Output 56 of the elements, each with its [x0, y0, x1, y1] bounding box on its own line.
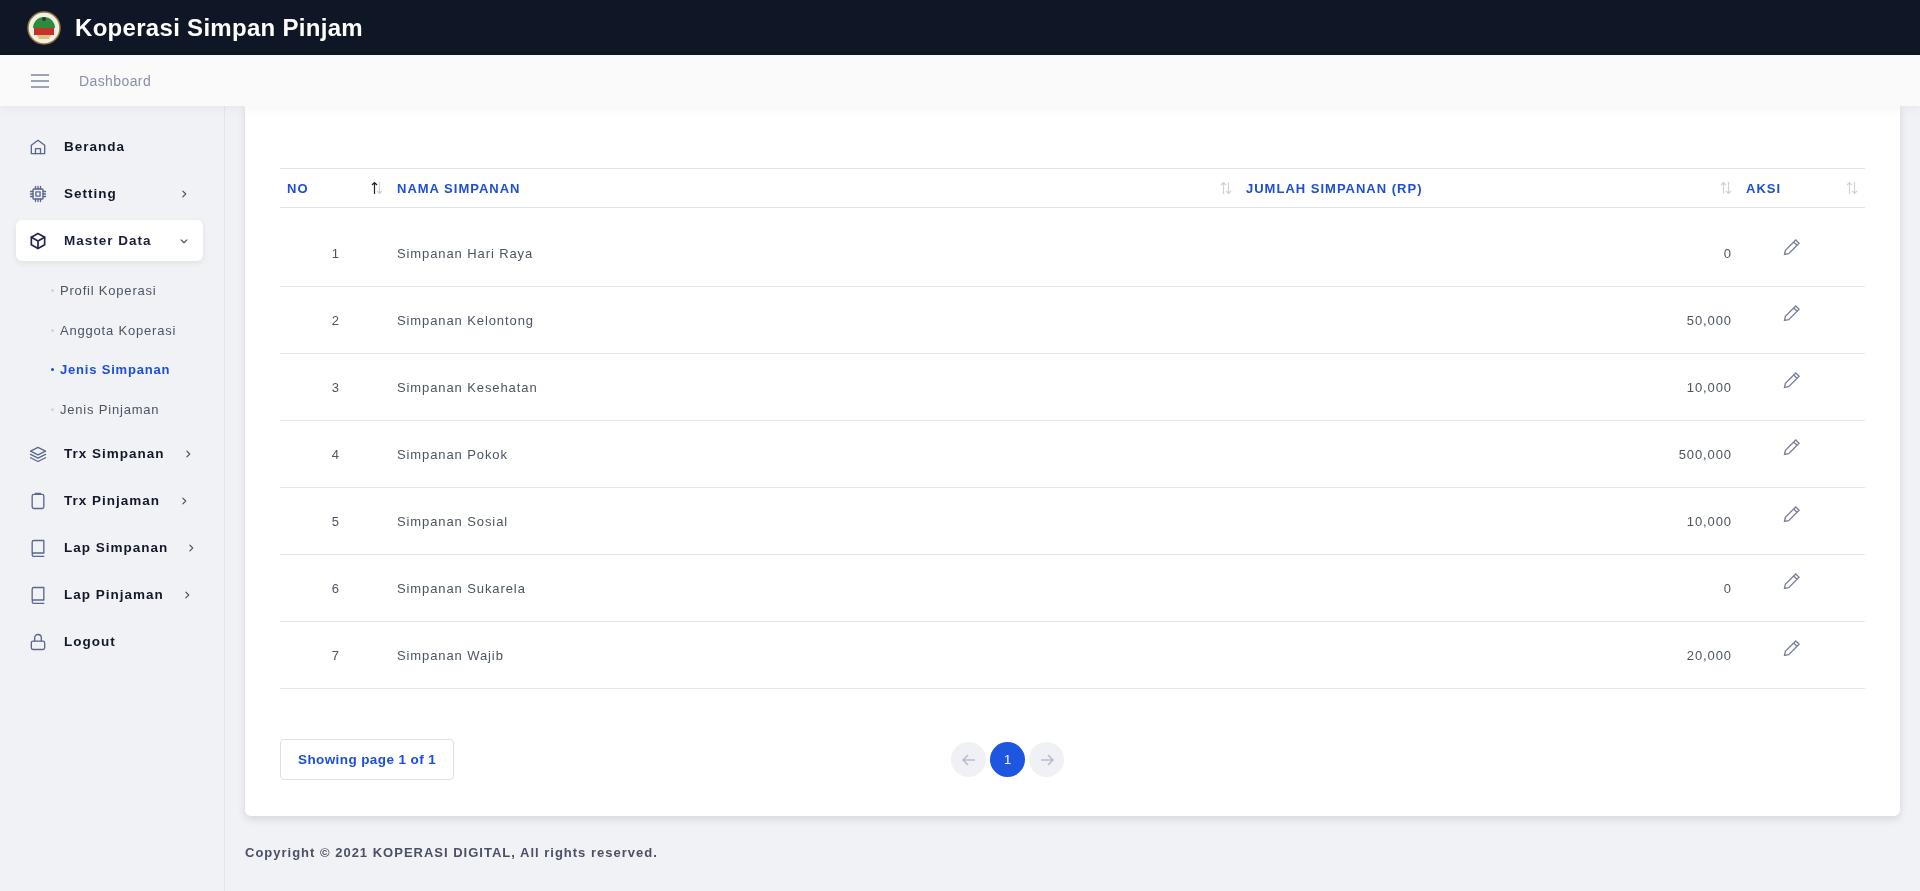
sidebar-item[interactable]: Lap Simpanan — [16, 527, 203, 568]
breadcrumb-text: Dashboard — [79, 72, 152, 89]
table-cell: Simpanan Kesehatan — [390, 353, 1239, 421]
table-cell: 4 — [280, 420, 390, 488]
pencil-icon[interactable] — [1782, 236, 1802, 257]
submenu-item[interactable]: Profil Koperasi — [51, 271, 224, 311]
logo-icon — [27, 10, 61, 45]
page-button[interactable]: 1 — [990, 742, 1025, 777]
table-cell: 5 — [280, 487, 390, 555]
table-cell: Simpanan Pokok — [390, 420, 1239, 488]
sidebar-item[interactable]: Master Data — [16, 220, 203, 261]
sidebar-item[interactable]: Beranda — [16, 126, 203, 167]
pencil-icon[interactable] — [1782, 303, 1802, 323]
column-header[interactable]: AKSI — [1739, 168, 1865, 208]
pencil-icon[interactable] — [1782, 504, 1802, 524]
table-cell: Simpanan Kelontong — [390, 286, 1239, 354]
table-cell: 10,000 — [1239, 353, 1739, 421]
pencil-icon[interactable] — [1782, 638, 1802, 658]
table-cell: 0 — [1239, 207, 1739, 287]
arrow-right-icon — [1039, 752, 1054, 767]
table-cell: 7 — [280, 621, 390, 689]
arrow-left-icon — [961, 752, 976, 767]
table-cell: 6 — [280, 554, 390, 622]
column-header[interactable]: NO — [280, 168, 390, 208]
sidebar-item[interactable]: Lap Pinjaman — [16, 574, 203, 615]
chip-icon — [28, 183, 48, 204]
table-cell: 3 — [280, 353, 390, 421]
table-cell: Simpanan Sukarela — [390, 554, 1239, 622]
cube-icon — [28, 230, 48, 251]
table-cell: 10,000 — [1239, 487, 1739, 555]
copyright-text: Copyright © 2021 KOPERASI DIGITAL, All rights reserved. — [245, 844, 659, 860]
table-cell: 0 — [1239, 554, 1739, 622]
column-header[interactable]: NAMA SIMPANAN — [390, 168, 1239, 208]
column-header[interactable]: JUMLAH SIMPANAN (RP) — [1239, 168, 1739, 208]
submenu-item[interactable]: Jenis Pinjaman — [51, 389, 224, 429]
table-cell: 1 — [280, 207, 390, 287]
sidebar-item[interactable]: Trx Simpanan — [16, 433, 203, 474]
menu-button[interactable] — [31, 73, 49, 88]
table-cell: 50,000 — [1239, 286, 1739, 354]
table-cell: 20,000 — [1239, 621, 1739, 689]
pencil-icon[interactable] — [1782, 437, 1802, 457]
submenu-item[interactable]: Anggota Koperasi — [51, 310, 224, 350]
sidebar-item[interactable]: Logout — [16, 621, 203, 662]
pencil-icon[interactable] — [1782, 571, 1802, 591]
table-cell: Simpanan Sosial — [390, 487, 1239, 555]
table-cell: Simpanan Wajib — [390, 621, 1239, 689]
table-cell: 500,000 — [1239, 420, 1739, 488]
sidebar-item[interactable]: Setting — [16, 173, 203, 214]
app-title: Koperasi Simpan Pinjam — [75, 13, 363, 42]
table-cell: 2 — [280, 286, 390, 354]
pencil-icon[interactable] — [1782, 370, 1802, 390]
table-cell: Simpanan Hari Raya — [390, 207, 1239, 287]
lock-icon — [28, 631, 48, 652]
page-summary: Showing page 1 of 1 — [280, 739, 454, 780]
submenu-item[interactable]: Jenis Simpanan — [51, 350, 224, 390]
sidebar-item[interactable]: Trx Pinjaman — [16, 480, 203, 521]
